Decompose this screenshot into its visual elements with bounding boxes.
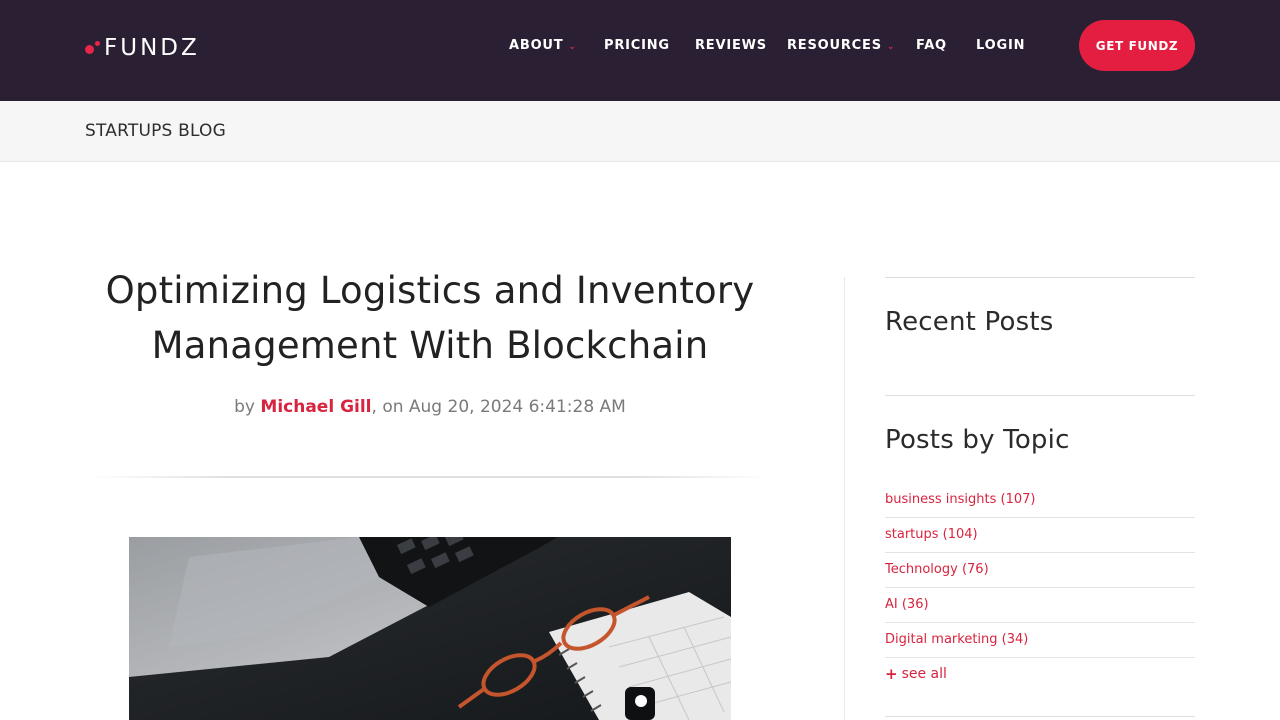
get-fundz-button[interactable]: GET FUNDZ: [1079, 20, 1195, 71]
nav-reviews-label: REVIEWS: [695, 38, 767, 53]
post-title-line1: Optimizing Logistics and Inventory: [105, 269, 755, 312]
get-fundz-label: GET FUNDZ: [1095, 38, 1179, 53]
topic-link[interactable]: AI (36): [885, 588, 1195, 623]
nav-resources-label: RESOURCES: [787, 38, 882, 53]
sidebar-divider: [885, 277, 1195, 278]
topic-label: Technology (76): [885, 562, 989, 577]
topic-label: AI (36): [885, 597, 929, 612]
nav-resources[interactable]: RESOURCES ⌄: [787, 38, 895, 53]
nav-pricing[interactable]: PRICING: [604, 38, 670, 53]
breadcrumb[interactable]: STARTUPS BLOG: [85, 121, 226, 141]
topic-link[interactable]: business insights (107): [885, 483, 1195, 518]
chevron-down-icon: ⌄: [886, 41, 896, 52]
sidebar-divider: [885, 716, 1195, 717]
nav-about-label: ABOUT: [509, 38, 564, 53]
topic-link[interactable]: Digital marketing (34): [885, 623, 1195, 658]
post-date: , on Aug 20, 2024 6:41:28 AM: [371, 397, 626, 417]
topic-link[interactable]: Technology (76): [885, 553, 1195, 588]
post-title-line2: Management With Blockchain: [151, 324, 709, 367]
post-byline: by Michael Gill, on Aug 20, 2024 6:41:28…: [90, 397, 770, 417]
nav-reviews[interactable]: REVIEWS: [695, 38, 767, 53]
recent-posts-heading: Recent Posts: [885, 307, 1054, 337]
top-navbar: FUNDZ ABOUT ⌄ PRICING REVIEWS RESOURCES …: [0, 0, 1280, 101]
post-featured-image: [129, 537, 731, 720]
post-title: Optimizing Logistics and Inventory Manag…: [90, 263, 770, 373]
topic-label: Digital marketing (34): [885, 632, 1029, 647]
nav-pricing-label: PRICING: [604, 38, 670, 53]
nav-login[interactable]: LOGIN: [976, 38, 1025, 53]
logo-dots-icon: [84, 38, 104, 58]
nav-login-label: LOGIN: [976, 38, 1026, 53]
logo-text: FUNDZ: [104, 35, 200, 61]
column-divider: [844, 277, 845, 720]
fundz-logo[interactable]: FUNDZ: [84, 34, 200, 62]
chevron-down-icon: ⌄: [568, 41, 577, 52]
nav-about[interactable]: ABOUT ⌄: [509, 38, 577, 53]
topic-label: business insights (107): [885, 492, 1036, 507]
topic-label: startups (104): [885, 527, 978, 542]
author-link[interactable]: Michael Gill: [260, 397, 371, 417]
nav-faq[interactable]: FAQ: [916, 38, 947, 53]
see-all-label: see all: [901, 666, 947, 682]
plus-icon: +: [885, 665, 898, 683]
blog-subheader: STARTUPS BLOG: [0, 101, 1280, 162]
nav-faq-label: FAQ: [916, 38, 947, 53]
topic-link[interactable]: startups (104): [885, 518, 1195, 553]
see-all-topics-link[interactable]: + see all: [885, 665, 947, 683]
sidebar-divider: [885, 395, 1195, 396]
title-divider: [90, 476, 770, 478]
posts-by-topic-heading: Posts by Topic: [885, 425, 1070, 455]
byline-prefix: by: [234, 397, 261, 417]
